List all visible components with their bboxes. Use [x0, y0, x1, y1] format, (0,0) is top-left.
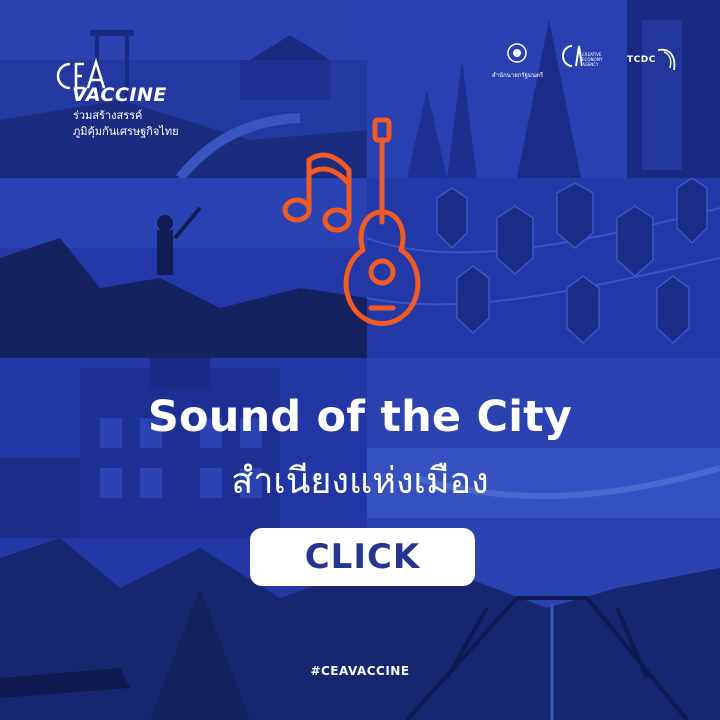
hashtag: #CEAVACCINE	[310, 664, 410, 678]
tcdc-label: TCDC	[627, 55, 656, 65]
tcdc-logo-icon	[657, 48, 676, 71]
subheadline: สำเนียงแห่งเมือง	[231, 461, 489, 502]
government-label: สำนักนายกรัฐมนตรี	[492, 72, 544, 79]
government-logo: สำนักนายกรัฐมนตรี	[492, 42, 544, 80]
cea-subtitle: CREATIVE ECONOMY AGENCY	[582, 52, 603, 67]
brand-tagline-2: ภูมิคุ้มกันเศรษฐกิจไทย	[73, 125, 179, 138]
headline: Sound of the City	[147, 392, 573, 442]
government-seal-icon	[507, 43, 527, 63]
poster: VACCINE ร่วมสร้างสรรค์ ภูมิคุ้มกันเศรษฐก…	[0, 0, 720, 720]
click-button[interactable]: CLICK	[250, 528, 475, 586]
cea-partner-logo: CREATIVE ECONOMY AGENCY	[560, 42, 608, 74]
cea-vaccine-logo: VACCINE ร่วมสร้างสรรค์ ภูมิคุ้มกันเศรษฐก…	[50, 56, 210, 146]
cea-logo-icon	[562, 45, 583, 67]
music-notes-guitar-icon	[282, 117, 421, 326]
brand-wordmark: VACCINE	[72, 84, 167, 106]
tcdc-logo: TCDC	[622, 44, 682, 74]
